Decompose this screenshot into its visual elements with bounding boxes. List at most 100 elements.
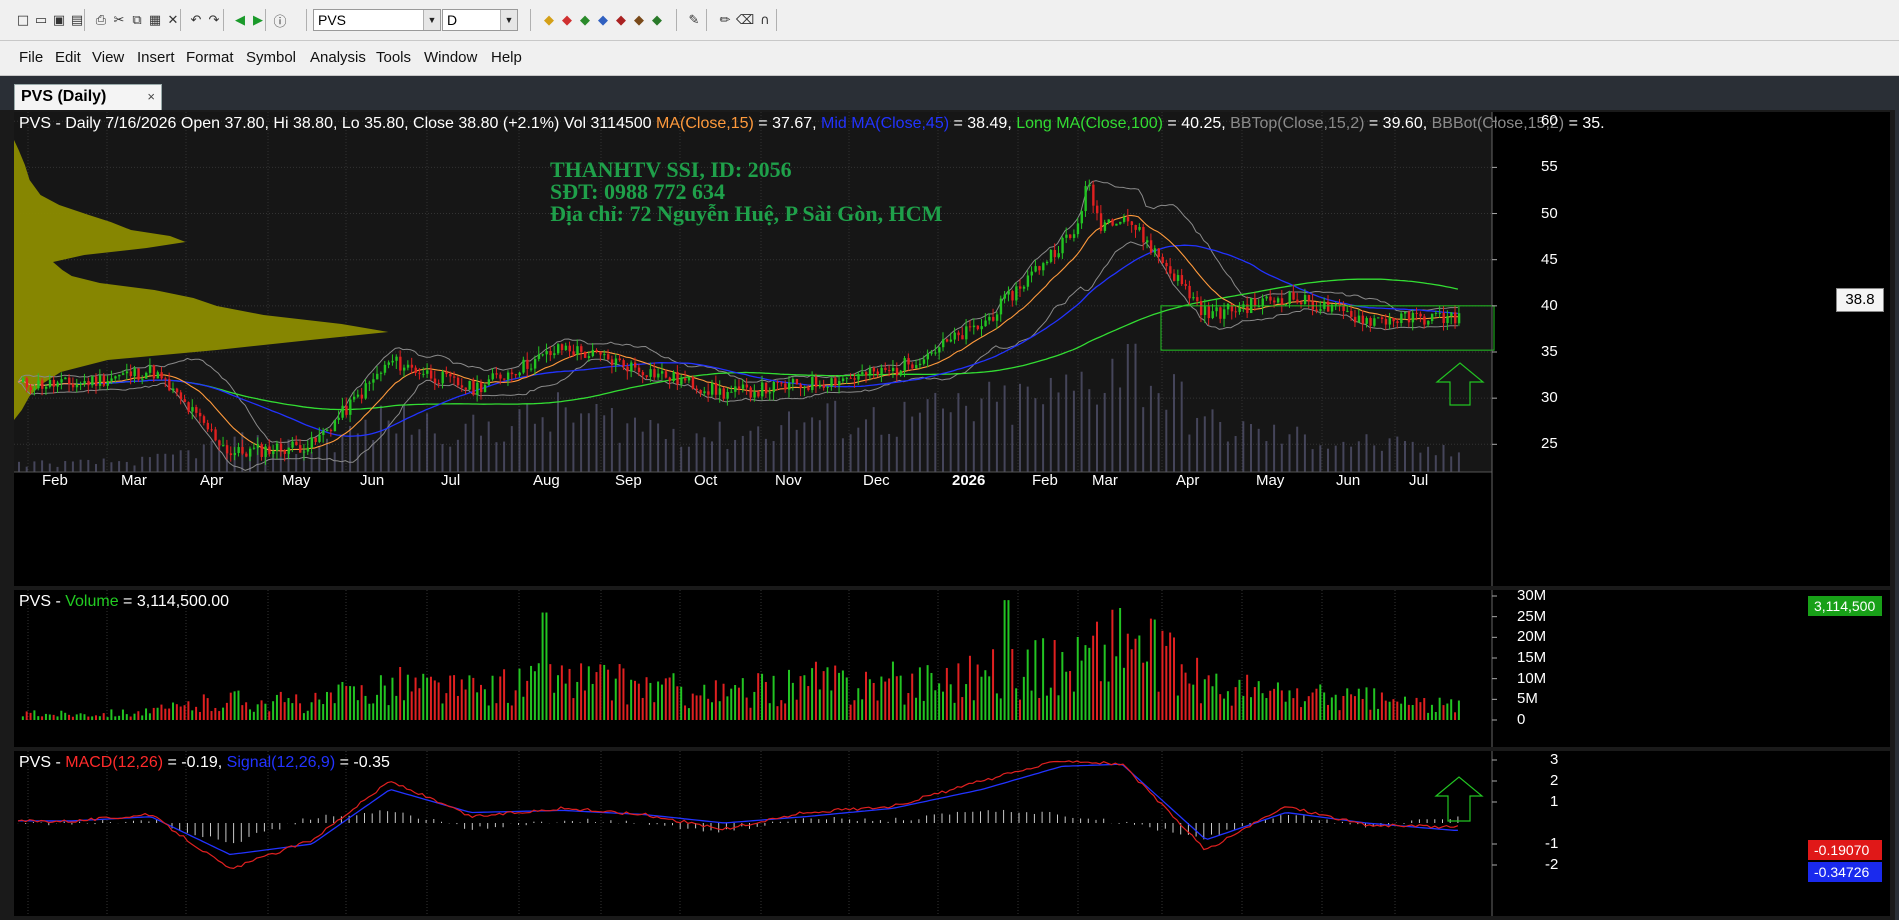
candle-body — [999, 298, 1003, 315]
chevron-down-icon[interactable]: ▼ — [423, 10, 440, 30]
price-axis-label: 40 — [1541, 296, 1558, 314]
back-icon[interactable]: ◀ — [231, 11, 249, 29]
volume-overlay-bar — [1111, 358, 1114, 472]
macd-chart-svg[interactable] — [14, 751, 1890, 916]
candle-body — [557, 344, 560, 354]
interval-combo[interactable]: D ▼ — [442, 9, 518, 31]
redo-icon[interactable]: ↷ — [205, 11, 223, 29]
candle-body — [572, 351, 575, 355]
close-icon[interactable]: × — [147, 89, 155, 104]
menu-insert[interactable]: Insert — [137, 49, 175, 66]
volume-overlay-bar — [680, 446, 683, 472]
menu-format[interactable]: Format — [186, 49, 234, 66]
chevron-down-icon[interactable]: ▼ — [500, 10, 517, 30]
macd-pane[interactable]: PVS - MACD(12,26) = -0.19, Signal(12,26,… — [14, 751, 1890, 916]
volume-bar — [560, 665, 563, 720]
new-icon[interactable]: □ — [14, 11, 32, 29]
info-icon[interactable]: ⓘ — [271, 11, 289, 30]
candle-body — [687, 376, 691, 381]
candle-body — [814, 376, 818, 387]
volume-overlay-bar — [595, 403, 598, 472]
price-axis-label: 45 — [1541, 250, 1558, 268]
menu-analysis[interactable]: Analysis — [310, 49, 366, 66]
eraser-icon[interactable]: ⌫ — [736, 11, 754, 29]
undo-icon[interactable]: ↶ — [187, 11, 205, 29]
volume-overlay-bar — [726, 448, 729, 472]
menu-symbol[interactable]: Symbol — [246, 49, 296, 66]
chart-tool-icon[interactable]: ◆ — [558, 11, 576, 29]
volume-pane[interactable]: PVS - Volume = 3,114,500.00 30M 25M 20M 15M… — [14, 587, 1890, 747]
volume-overlay-bar — [1388, 438, 1391, 472]
price-pane[interactable]: PVS - Daily 7/16/2026 Open 37.80, Hi 38.… — [14, 112, 1890, 586]
candle-body — [1115, 223, 1118, 226]
paste-icon[interactable]: ▦ — [146, 11, 164, 29]
price-chart-svg[interactable] — [14, 112, 1890, 586]
volume-bar — [1261, 693, 1264, 720]
right-scroll-strip[interactable] — [1895, 76, 1899, 920]
candle-body — [591, 349, 595, 357]
volume-bar — [1130, 649, 1133, 720]
volume-bar — [314, 692, 317, 720]
candle-body — [1253, 298, 1257, 307]
candle-body — [437, 382, 441, 384]
date-axis-label: Jul — [441, 472, 461, 489]
title-segment: PVS - Daily 7/16/2026 Open 37.80, Hi 38.… — [19, 115, 657, 132]
chart-tool-icon[interactable]: ◆ — [612, 11, 630, 29]
print-icon[interactable]: ⎙ — [92, 11, 110, 29]
volume-overlay-bar — [1404, 441, 1406, 472]
interval-combo-value: D — [447, 12, 458, 28]
candle-body — [768, 392, 772, 394]
cut-icon[interactable]: ✂ — [110, 11, 128, 29]
volume-overlay-bar — [572, 422, 575, 472]
symbol-combo[interactable]: PVS ▼ — [313, 9, 441, 31]
volume-bar — [198, 711, 201, 720]
menu-window[interactable]: Window — [424, 49, 477, 66]
menu-edit[interactable]: Edit — [55, 49, 81, 66]
candle-body — [106, 380, 109, 386]
volume-bar — [1430, 704, 1433, 720]
candle-body — [838, 381, 841, 386]
menu-help[interactable]: Help — [491, 49, 522, 66]
drawing-tools-icon[interactable]: ✎ — [685, 11, 703, 29]
open-icon[interactable]: ▭ — [32, 11, 50, 29]
volume-overlay-bar — [1165, 409, 1168, 472]
chart-tool-icon[interactable]: ◆ — [594, 11, 612, 29]
chart-tab[interactable]: PVS (Daily) × — [14, 84, 162, 110]
candle-body — [788, 382, 791, 390]
magnet-icon[interactable]: ∩ — [756, 11, 774, 29]
chart-tool-icon[interactable]: ◆ — [540, 11, 558, 29]
chart-tool-icon[interactable]: ◆ — [576, 11, 594, 29]
menu-file[interactable]: File — [19, 49, 43, 66]
volume-bar — [915, 697, 918, 720]
candle-body — [714, 382, 718, 395]
symbol-combo-value: PVS — [318, 12, 347, 28]
candle-body — [79, 383, 82, 385]
candle-body — [403, 367, 406, 371]
volume-overlay-bar — [1411, 441, 1414, 472]
candle-body — [1384, 319, 1388, 325]
volume-overlay-bar — [456, 439, 459, 472]
volume-overlay-bar — [957, 393, 960, 472]
candle-body — [795, 378, 799, 385]
menu-view[interactable]: View — [92, 49, 124, 66]
volume-bar — [926, 665, 929, 720]
volume-bar — [1134, 638, 1137, 720]
chart-tool-icon[interactable]: ◆ — [648, 11, 666, 29]
volume-bar — [1053, 640, 1056, 720]
candle-body — [942, 339, 945, 348]
volume-bar — [68, 714, 71, 720]
candle-body — [518, 372, 521, 376]
candle-body — [915, 365, 918, 369]
copy-icon[interactable]: ⧉ — [128, 11, 146, 29]
volume-bar — [695, 695, 698, 720]
pen-icon[interactable]: ✏ — [716, 11, 734, 29]
volume-bar — [272, 701, 275, 720]
toolbar-separator — [706, 9, 707, 31]
volume-bar — [395, 695, 398, 720]
chart-tool-icon[interactable]: ◆ — [630, 11, 648, 29]
volume-bar — [1042, 638, 1045, 720]
save-icon[interactable]: ▣ — [50, 11, 68, 29]
menu-tools[interactable]: Tools — [376, 49, 411, 66]
candle-body — [553, 353, 556, 356]
volume-chart-svg[interactable] — [14, 590, 1890, 747]
